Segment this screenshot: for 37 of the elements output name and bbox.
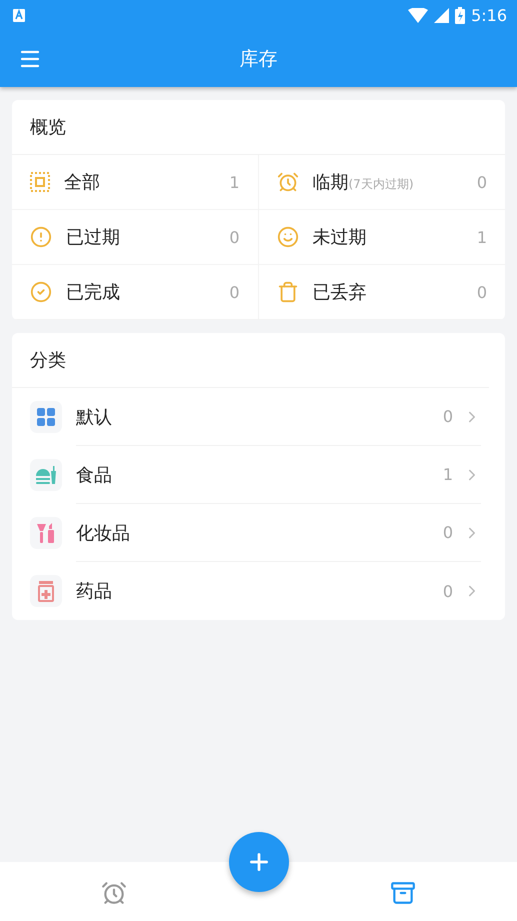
card-title: 分类 (12, 333, 489, 388)
status-time: 5:16 (471, 6, 507, 24)
overview-item[interactable]: 已过期 0 (12, 210, 258, 265)
overview-item[interactable]: 临期(7天内过期) 0 (258, 155, 505, 210)
battery-icon (455, 6, 466, 24)
item-label: 未过期 (312, 226, 368, 249)
item-count: 0 (476, 282, 487, 302)
check-circle-icon (30, 281, 52, 303)
trash-icon (276, 281, 298, 303)
item-label: 已过期 (66, 226, 121, 249)
smile-icon (276, 226, 298, 248)
overview-item[interactable]: 已丢弃 0 (258, 265, 505, 320)
item-label: 临期(7天内过期) (312, 171, 414, 194)
overview-item[interactable]: 全部 1 (12, 155, 258, 210)
item-count: 0 (229, 228, 240, 246)
item-count: 0 (229, 282, 240, 302)
category-item[interactable]: 药品 0 (76, 562, 481, 620)
item-label: 已丢弃 (312, 281, 368, 304)
item-label: 全部 (64, 171, 101, 194)
item-count: 1 (476, 228, 487, 246)
overview-item[interactable]: 已完成 0 (12, 265, 258, 320)
category-item[interactable]: 化妆品 0 (76, 504, 481, 562)
signal-icon (434, 8, 450, 22)
alarm-clock-icon (276, 171, 298, 193)
app-title: 库存 (240, 46, 278, 72)
dotted-square-icon (30, 172, 50, 192)
item-count: 0 (476, 172, 487, 192)
notification-icon (13, 8, 25, 22)
category-item[interactable]: 食品 1 (76, 446, 481, 504)
alert-icon (30, 226, 52, 248)
overview-item[interactable]: 未过期 1 (258, 210, 505, 265)
category-item[interactable]: 默认 0 (76, 388, 481, 446)
add-button[interactable] (229, 832, 289, 892)
item-label: 已完成 (66, 281, 121, 304)
item-count: 1 (229, 172, 240, 192)
wifi-icon (408, 8, 428, 22)
card-title: 概览 (12, 100, 505, 155)
